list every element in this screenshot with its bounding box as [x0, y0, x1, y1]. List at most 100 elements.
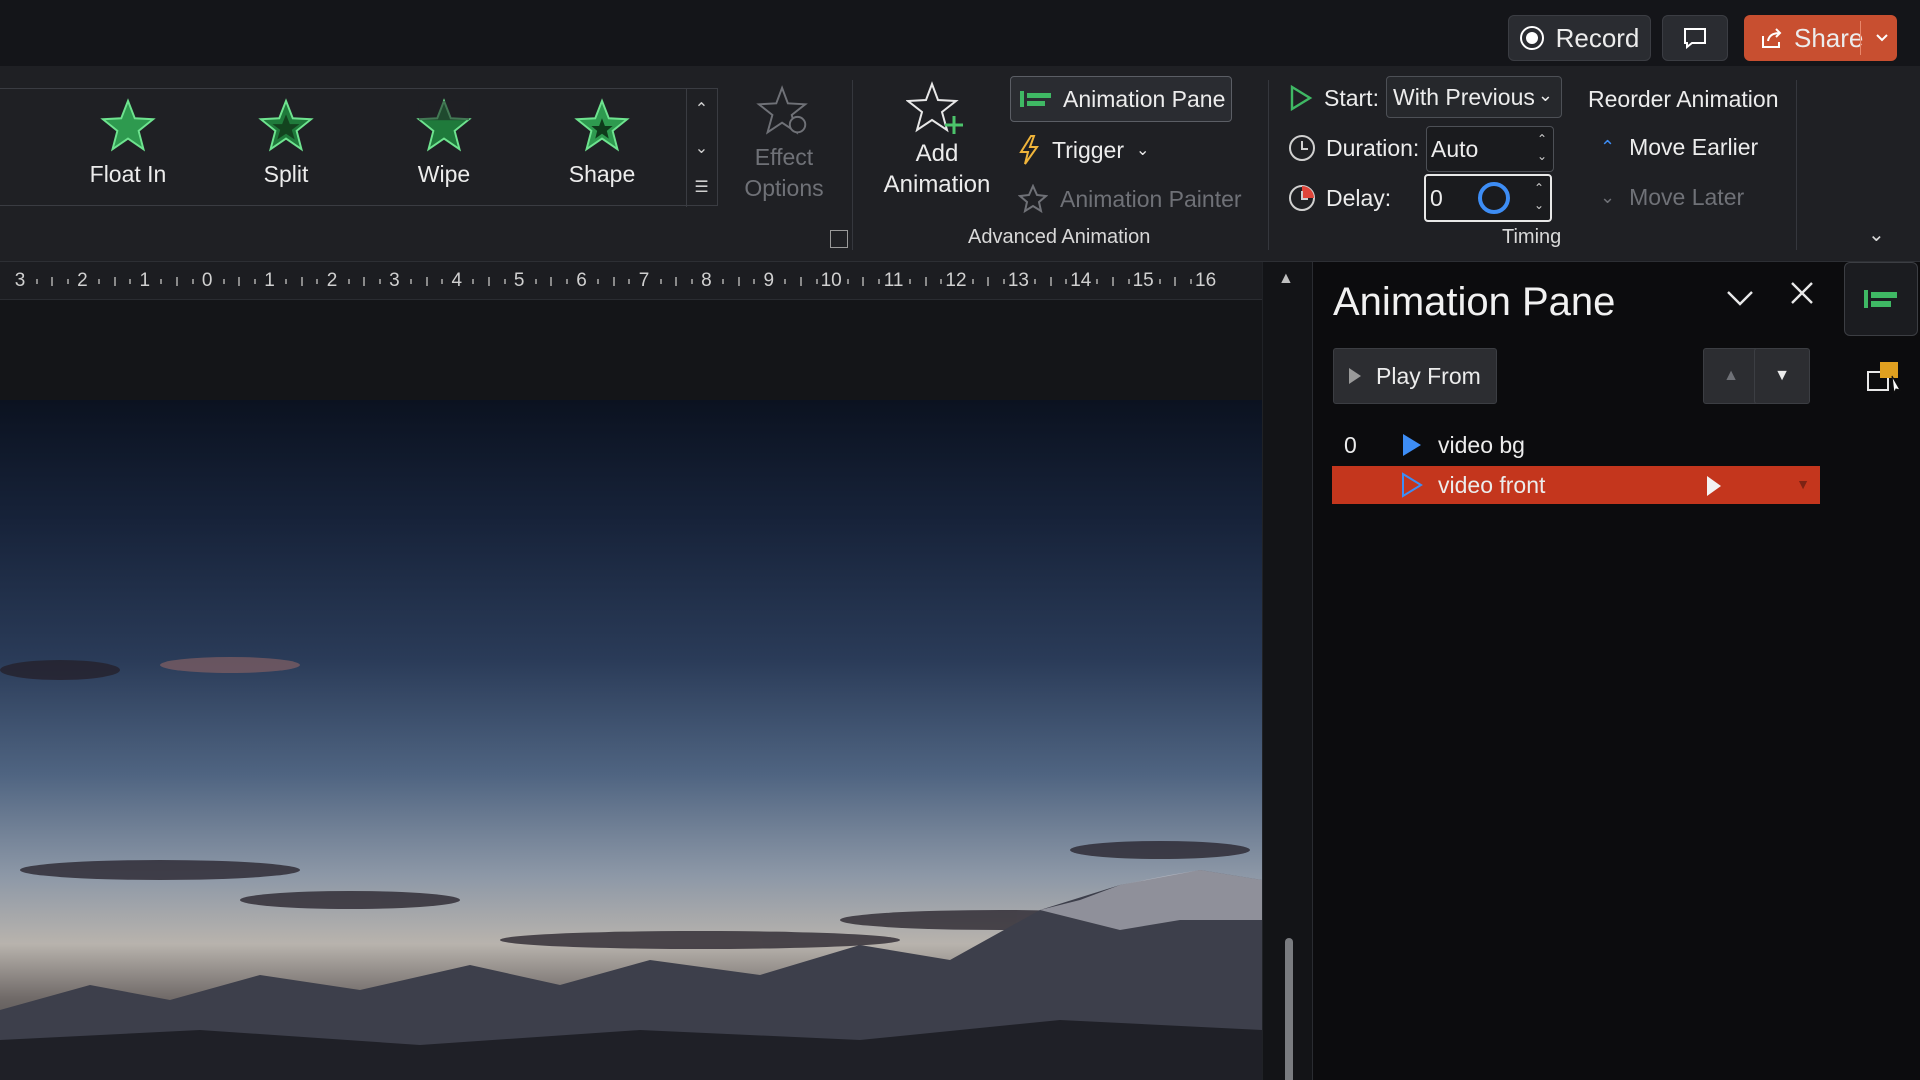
- duration-label: Duration:: [1326, 134, 1420, 161]
- ribbon-divider: [1796, 80, 1797, 250]
- start-value: With Previous: [1393, 83, 1535, 110]
- record-label: Record: [1555, 22, 1640, 53]
- record-button[interactable]: Record: [1508, 15, 1651, 61]
- move-up-button[interactable]: ▲: [1703, 348, 1759, 404]
- spin-up-icon[interactable]: ⌃: [1534, 180, 1544, 197]
- title-bar: Record Share: [0, 0, 1920, 66]
- ruler-tick: [878, 279, 880, 284]
- spin-down-icon[interactable]: ⌄: [1534, 197, 1544, 214]
- close-icon[interactable]: [1789, 280, 1815, 314]
- move-earlier-label: Move Earlier: [1629, 134, 1759, 160]
- ruler-number: 1: [264, 270, 275, 291]
- ruler-tick: [441, 279, 444, 284]
- animation-list-item-selected[interactable]: video front ▼: [1332, 466, 1820, 504]
- play-icon: [1290, 84, 1313, 112]
- ruler-tick: [410, 279, 412, 284]
- ribbon: Float In Split Wipe Shape ⌃ ⌄ ☰ Effect O…: [0, 66, 1920, 262]
- chevron-down-icon[interactable]: [1873, 25, 1891, 49]
- ruler-tick: [176, 277, 178, 286]
- start-select[interactable]: With Previous ⌄: [1386, 76, 1562, 118]
- duration-input[interactable]: Auto ⌃ ⌄: [1426, 126, 1554, 172]
- animation-painter-button[interactable]: Animation Painter: [1018, 179, 1242, 219]
- add-animation-label-1: Add: [915, 140, 959, 167]
- selection-pane-button[interactable]: [1866, 360, 1902, 399]
- move-later-button[interactable]: ⌄ Move Later: [1600, 184, 1744, 211]
- ruler-tick: [800, 277, 802, 286]
- animation-pane-label: Animation Pane: [1063, 85, 1226, 112]
- trigger-button[interactable]: Trigger ⌄: [1018, 130, 1149, 170]
- effect-options-button[interactable]: Effect Options: [738, 84, 830, 214]
- spin-down-icon[interactable]: ⌄: [1537, 148, 1547, 165]
- animation-shape[interactable]: Shape: [542, 97, 662, 201]
- share-button[interactable]: Share: [1744, 15, 1897, 61]
- gallery-scroll-up-icon[interactable]: ⌃: [687, 89, 716, 128]
- ruler-tick: [550, 277, 553, 286]
- ruler-tick: [675, 277, 678, 286]
- ruler-tick: [753, 279, 756, 284]
- star-icon: [574, 98, 630, 152]
- animation-pane-button[interactable]: Animation Pane: [1010, 76, 1232, 122]
- star-icon: [258, 98, 314, 152]
- selection-pane-icon: [1867, 362, 1902, 395]
- slide-video-image[interactable]: [0, 400, 1262, 1080]
- animation-split[interactable]: Split: [226, 97, 346, 201]
- item-label: video bg: [1438, 431, 1525, 458]
- animation-float-in[interactable]: Float In: [68, 97, 188, 201]
- animation-pane-toggle-button[interactable]: [1844, 262, 1918, 336]
- ruler-tick: [690, 279, 693, 284]
- ruler-tick: [566, 279, 568, 284]
- ruler-tick: [1174, 277, 1177, 286]
- spin-up-icon[interactable]: ⌃: [1537, 131, 1547, 148]
- ruler-tick: [784, 279, 787, 284]
- ruler-number: 9: [763, 270, 775, 291]
- animation-wipe[interactable]: Wipe: [384, 97, 504, 201]
- play-from-label: Play From: [1376, 362, 1481, 389]
- play-from-button[interactable]: Play From: [1333, 348, 1497, 404]
- ruler-tick: [488, 277, 490, 286]
- ruler-tick: [534, 279, 537, 284]
- timeline-marker-icon[interactable]: [1705, 474, 1723, 498]
- ruler-tick: [378, 279, 381, 284]
- scroll-up-icon[interactable]: ▲: [1278, 270, 1294, 288]
- vertical-scrollbar[interactable]: ▲: [1262, 262, 1312, 1080]
- ruler-tick: [254, 279, 256, 284]
- effect-options-label-2: Options: [744, 175, 824, 201]
- pane-options-chevron-icon[interactable]: [1725, 284, 1755, 315]
- chevron-down-icon: ⌄: [1136, 142, 1150, 159]
- ruler-number: 16: [1195, 270, 1217, 291]
- add-animation-button[interactable]: Add Animation: [868, 80, 1006, 214]
- ruler-tick: [285, 279, 288, 284]
- chevron-up-icon: ⌃: [1600, 137, 1616, 157]
- ruler-tick: [51, 277, 54, 286]
- media-play-trigger-icon: [1403, 434, 1421, 456]
- ruler-tick: [1190, 279, 1192, 284]
- delay-input[interactable]: 0 ⌃ ⌄: [1424, 174, 1552, 222]
- ruler-tick: [238, 277, 241, 286]
- effect-options-label-1: Effect: [754, 144, 814, 170]
- star-icon: [416, 98, 472, 152]
- ruler-tick: [98, 279, 100, 284]
- gallery-more-icon[interactable]: ☰: [687, 167, 716, 206]
- move-earlier-button[interactable]: ⌃ Move Earlier: [1600, 134, 1758, 161]
- duration-value: Auto: [1431, 135, 1479, 162]
- ruler-tick: [35, 279, 38, 284]
- lightning-icon: [1019, 135, 1039, 165]
- ruler-tick: [722, 279, 724, 284]
- ruler-tick: [425, 277, 428, 286]
- item-dropdown-icon[interactable]: ▼: [1796, 476, 1810, 492]
- ruler-number: 6: [576, 270, 587, 291]
- item-label: video front: [1438, 471, 1546, 498]
- animation-list-item[interactable]: 0 video bg: [1332, 426, 1820, 464]
- scroll-thumb[interactable]: [1285, 938, 1293, 1080]
- move-down-button[interactable]: ▼: [1754, 348, 1810, 404]
- ruler-number: 12: [945, 270, 967, 291]
- comments-button[interactable]: [1662, 15, 1728, 61]
- ruler-number: 4: [451, 270, 463, 291]
- ruler-number: 3: [389, 270, 400, 291]
- dialog-launcher-icon[interactable]: [830, 230, 848, 248]
- ruler-tick: [940, 279, 943, 284]
- ruler-number: 7: [638, 270, 650, 291]
- ribbon-expand-icon[interactable]: ⌄: [1868, 222, 1885, 247]
- gallery-scroll-down-icon[interactable]: ⌄: [687, 128, 716, 167]
- star-gear-icon: [756, 85, 808, 135]
